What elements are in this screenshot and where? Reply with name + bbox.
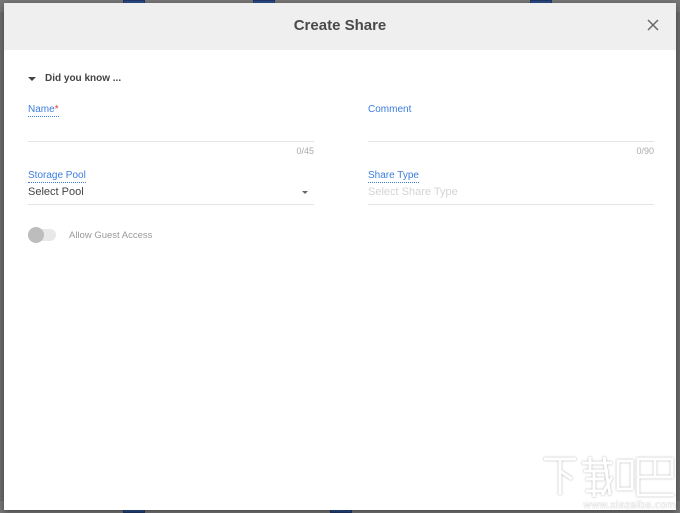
toggle-track[interactable]	[28, 227, 56, 243]
comment-label: Comment	[368, 104, 412, 115]
comment-field: Comment 0/90	[368, 99, 654, 159]
share-type-select[interactable]: Select Share Type	[368, 182, 654, 205]
name-input[interactable]	[28, 121, 314, 142]
did-you-know-label: Did you know ...	[45, 73, 122, 84]
dialog-header: Create Share	[4, 3, 676, 50]
name-field: Name* 0/45	[28, 99, 314, 159]
allow-guest-access-toggle[interactable]: Allow Guest Access	[28, 227, 153, 243]
close-icon	[647, 19, 659, 31]
name-label: Name*	[28, 104, 59, 117]
share-type-placeholder: Select Share Type	[368, 186, 458, 198]
storage-pool-value: Select Pool	[28, 186, 84, 198]
comment-char-counter: 0/90	[636, 146, 654, 156]
dropdown-arrow-icon	[302, 191, 308, 194]
toggle-knob	[28, 227, 44, 243]
allow-guest-access-label: Allow Guest Access	[69, 229, 153, 241]
close-button[interactable]	[646, 18, 660, 32]
storage-pool-field: Storage Pool Select Pool	[28, 165, 314, 209]
dialog-title: Create Share	[293, 17, 387, 34]
caret-down-icon	[28, 77, 36, 81]
share-type-field: Share Type Select Share Type	[368, 165, 654, 209]
watermark-logo-icon	[544, 456, 674, 497]
create-share-dialog: Create Share Did you know ... Name* 0/45…	[4, 3, 676, 510]
storage-pool-select[interactable]: Select Pool	[28, 182, 314, 205]
comment-input[interactable]	[368, 121, 654, 142]
watermark-url: www.xiazaiba.com	[583, 500, 676, 511]
did-you-know-toggle[interactable]: Did you know ...	[28, 73, 121, 84]
required-mark: *	[54, 104, 59, 115]
name-char-counter: 0/45	[296, 146, 314, 156]
